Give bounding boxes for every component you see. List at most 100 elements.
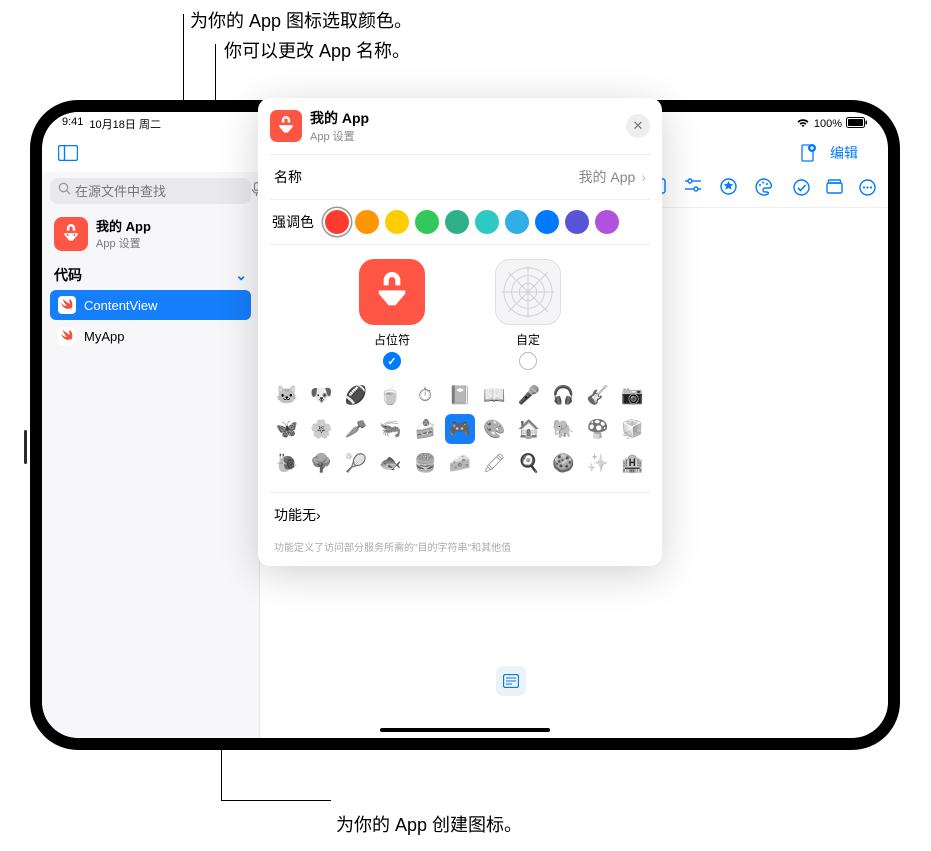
icon-option[interactable]: 🎸 xyxy=(583,380,613,410)
icon-option[interactable]: 🍪 xyxy=(548,448,578,478)
color-swatch[interactable] xyxy=(565,210,589,234)
icon-option[interactable]: 🏈 xyxy=(341,380,371,410)
battery-icon xyxy=(846,117,868,131)
color-swatch[interactable] xyxy=(355,210,379,234)
search-icon xyxy=(58,182,71,200)
icon-option[interactable]: 🥕 xyxy=(341,414,371,444)
callout-name: 你可以更改 App 名称。 xyxy=(224,37,410,63)
code-header-label: 代码 xyxy=(54,265,82,285)
check-icon[interactable] xyxy=(793,179,810,201)
sliders-icon[interactable] xyxy=(684,178,702,201)
color-swatch[interactable] xyxy=(505,210,529,234)
icon-option[interactable]: 🎧 xyxy=(548,380,578,410)
file-label: ContentView xyxy=(84,298,157,313)
placeholder-choice[interactable]: 占位符 xyxy=(359,259,425,370)
icon-option[interactable]: 🦐 xyxy=(376,414,406,444)
custom-radio[interactable] xyxy=(519,352,537,370)
placeholder-icon xyxy=(359,259,425,325)
capabilities-row[interactable]: 功能 无 › xyxy=(270,492,650,537)
star-icon[interactable] xyxy=(720,178,737,201)
custom-icon xyxy=(495,259,561,325)
snippet-icon[interactable] xyxy=(496,666,526,696)
color-swatch[interactable] xyxy=(595,210,619,234)
icon-option[interactable]: 🐌 xyxy=(272,448,302,478)
placeholder-radio[interactable] xyxy=(383,352,401,370)
icon-option[interactable]: 🧊 xyxy=(617,414,647,444)
palette-icon[interactable] xyxy=(755,178,773,201)
color-swatch[interactable] xyxy=(385,210,409,234)
icon-option[interactable]: 📖 xyxy=(479,380,509,410)
popover-app-icon xyxy=(270,110,302,142)
name-label: 名称 xyxy=(274,167,579,187)
icon-option[interactable]: 📔 xyxy=(445,380,475,410)
swift-icon xyxy=(58,296,76,314)
func-value: 无 xyxy=(302,505,316,525)
code-section-header[interactable]: 代码 ⌄ xyxy=(50,261,251,289)
search-input[interactable] xyxy=(75,184,251,199)
edit-button[interactable]: 编辑 xyxy=(830,143,858,163)
callout-create-icon: 为你的 App 创建图标。 xyxy=(336,811,522,837)
color-swatch[interactable] xyxy=(325,210,349,234)
icon-option[interactable]: 🖍 xyxy=(479,448,509,478)
icon-option[interactable]: 🍄 xyxy=(583,414,613,444)
file-row-myapp[interactable]: MyApp xyxy=(50,321,251,351)
icon-option[interactable]: 🎾 xyxy=(341,448,371,478)
icon-option[interactable]: 🎨 xyxy=(479,414,509,444)
name-row[interactable]: 名称 我的 App › xyxy=(270,154,650,199)
status-time: 9:41 xyxy=(62,116,83,132)
icon-option[interactable]: ✨ xyxy=(583,448,613,478)
wifi-icon xyxy=(796,118,810,131)
new-file-icon[interactable] xyxy=(800,144,816,162)
archive-icon[interactable] xyxy=(826,179,843,201)
more-icon[interactable] xyxy=(859,179,876,201)
icon-option[interactable]: 🍔 xyxy=(410,448,440,478)
icon-option[interactable]: 🌳 xyxy=(307,448,337,478)
quick-bar xyxy=(496,666,526,696)
icon-option[interactable]: 🧀 xyxy=(445,448,475,478)
sidebar-toggle-icon[interactable] xyxy=(58,145,78,161)
battery-pct: 100% xyxy=(814,118,842,130)
icon-option[interactable]: 🐘 xyxy=(548,414,578,444)
icon-option[interactable]: 📷 xyxy=(617,380,647,410)
color-swatch[interactable] xyxy=(415,210,439,234)
ipad-side-button xyxy=(24,430,27,464)
icon-option[interactable]: 🍵 xyxy=(376,380,406,410)
color-swatch[interactable] xyxy=(445,210,469,234)
status-date: 10月18日 周二 xyxy=(89,116,161,132)
name-value: 我的 App xyxy=(579,167,636,187)
chevron-down-icon[interactable]: ⌄ xyxy=(235,267,247,284)
color-swatch[interactable] xyxy=(535,210,559,234)
icon-option[interactable]: 🏠 xyxy=(514,414,544,444)
file-row-contentview[interactable]: ContentView xyxy=(50,290,251,320)
custom-choice[interactable]: 自定 xyxy=(495,259,561,370)
project-icon xyxy=(54,217,88,251)
icon-option[interactable]: 🌸 xyxy=(307,414,337,444)
icon-option[interactable]: ⏱ xyxy=(410,380,440,410)
project-subtitle: App 设置 xyxy=(96,235,151,251)
sidebar: 我的 App App 设置 代码 ⌄ ContentView xyxy=(42,172,260,738)
chevron-right-icon: › xyxy=(641,169,646,185)
close-icon[interactable]: ✕ xyxy=(626,114,650,138)
icon-option[interactable]: 🐶 xyxy=(307,380,337,410)
icon-option[interactable]: 🎮 xyxy=(445,414,475,444)
icon-grid: 🐱🐶🏈🍵⏱📔📖🎤🎧🎸📷 🦋🌸🥕🦐🍰🎮🎨🏠🐘🍄🧊 🐌🌳🎾🐟🍔🧀🖍🍳🍪✨🏨 xyxy=(270,380,650,478)
chevron-right-icon: › xyxy=(316,507,321,523)
icon-option[interactable]: 🎤 xyxy=(514,380,544,410)
icon-option[interactable]: 🍰 xyxy=(410,414,440,444)
icon-option[interactable]: 🍳 xyxy=(514,448,544,478)
home-indicator[interactable] xyxy=(380,728,550,732)
custom-label: 自定 xyxy=(516,331,540,348)
func-note: 功能定义了访问部分服务所需的"目的字符串"和其他值 xyxy=(270,537,650,554)
app-settings-popover: 我的 App App 设置 ✕ 名称 我的 App › 强调色 占位符 xyxy=(258,98,662,566)
callout-hline-icon2 xyxy=(221,800,331,801)
placeholder-label: 占位符 xyxy=(374,331,410,348)
func-label: 功能 xyxy=(274,505,302,525)
icon-option[interactable]: 🐟 xyxy=(376,448,406,478)
icon-option[interactable]: 🐱 xyxy=(272,380,302,410)
icon-option[interactable]: 🏨 xyxy=(617,448,647,478)
icon-option[interactable]: 🦋 xyxy=(272,414,302,444)
project-row[interactable]: 我的 App App 设置 xyxy=(50,212,251,255)
search-box[interactable] xyxy=(50,178,251,204)
color-swatch[interactable] xyxy=(475,210,499,234)
popover-subtitle: App 设置 xyxy=(310,128,369,144)
